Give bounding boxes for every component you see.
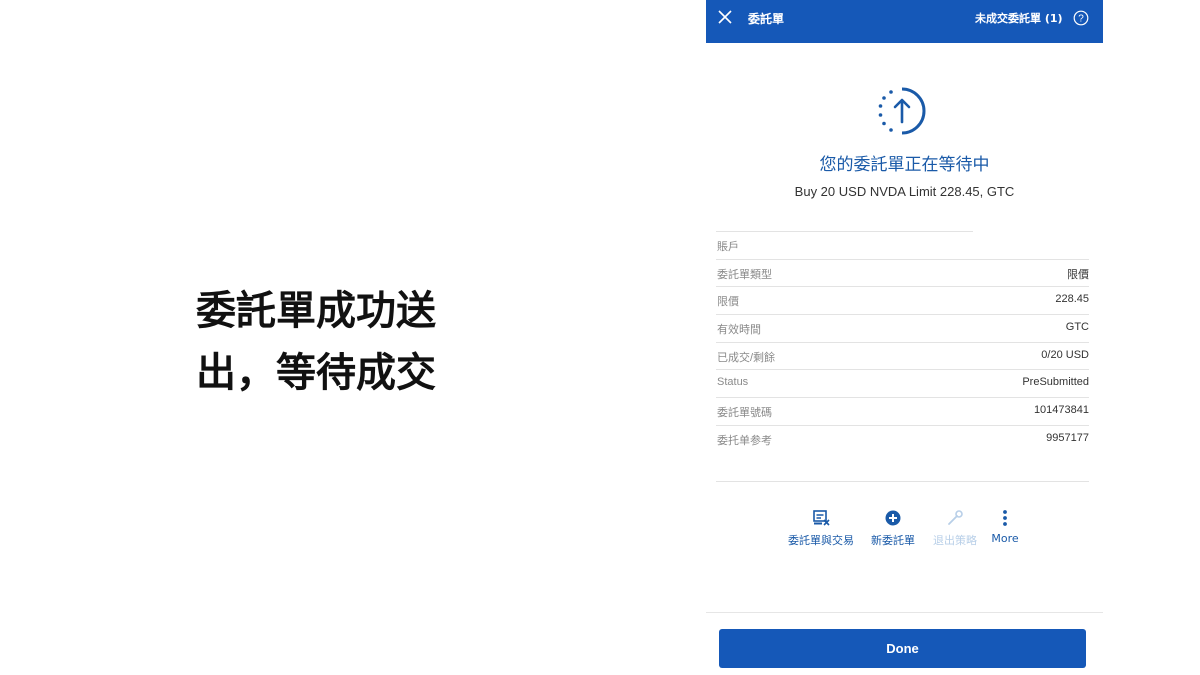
detail-value: 限價 xyxy=(1067,268,1089,281)
detail-row-limit-price: 限價 228.45 xyxy=(716,286,1089,314)
exit-strategy-label: 退出策略 xyxy=(933,534,977,547)
new-order-label: 新委託單 xyxy=(871,534,915,547)
order-confirmation-screen: 委託單 未成交委託單 (1) ? 您的委託單正在等待中 Buy 20 USD N… xyxy=(706,0,1103,675)
orders-trades-label: 委託單與交易 xyxy=(788,534,854,547)
detail-label: 賬戶 xyxy=(717,241,739,253)
done-button[interactable]: Done xyxy=(719,629,1086,668)
close-icon[interactable] xyxy=(717,9,733,25)
more-button[interactable]: More xyxy=(988,508,1022,545)
detail-label: 委托单参考 xyxy=(717,434,772,447)
detail-label: 限價 xyxy=(717,296,739,309)
footer-divider xyxy=(706,612,1103,613)
caption-line-1: 委託單成功送 xyxy=(196,288,436,334)
help-icon[interactable]: ? xyxy=(1073,10,1089,26)
action-bar: 委託單與交易 新委託單 退出策略 More xyxy=(706,508,1103,558)
detail-value: 9957177 xyxy=(1046,431,1089,444)
detail-label: Status xyxy=(717,376,749,389)
detail-row-order-ref: 委托单参考 9957177 xyxy=(716,424,1089,453)
detail-value: 0/20 USD xyxy=(1041,348,1089,361)
caption-line-2: 出，等待成交 xyxy=(196,350,436,396)
detail-value: 228.45 xyxy=(1055,293,1089,306)
pending-orders-link[interactable]: 未成交委託單 (1) xyxy=(975,10,1063,26)
detail-label: 已成交/剩餘 xyxy=(717,351,776,364)
detail-row-filled-remaining: 已成交/剩餘 0/20 USD xyxy=(716,341,1089,370)
details-divider xyxy=(716,481,1089,482)
orders-trades-icon xyxy=(813,510,830,526)
detail-label: 委託單號碼 xyxy=(717,407,772,420)
detail-row-order-type: 委託單類型 限價 xyxy=(716,258,1089,287)
detail-value: GTC xyxy=(1065,321,1089,334)
detail-row-time-in-force: 有效時間 GTC xyxy=(716,314,1089,342)
svg-text:?: ? xyxy=(1078,14,1084,25)
plus-circle-icon xyxy=(885,510,901,526)
detail-label: 委託單類型 xyxy=(717,268,772,281)
wrench-icon xyxy=(948,510,963,525)
new-order-button[interactable]: 新委託單 xyxy=(868,508,918,548)
status-title: 您的委託單正在等待中 xyxy=(819,155,990,175)
detail-row-status: Status PreSubmitted xyxy=(716,369,1089,397)
exit-strategy-button[interactable]: 退出策略 xyxy=(930,508,980,548)
caption: 委託單成功送 出，等待成交 xyxy=(196,280,496,404)
order-details: 賬戶 委託單類型 限價 限價 228.45 有效時間 GTC 已成交/剩餘 0/… xyxy=(716,231,1089,453)
upload-status-icon xyxy=(878,87,926,135)
top-bar: 委託單 未成交委託單 (1) ? xyxy=(706,0,1103,43)
detail-label: 有效時間 xyxy=(717,324,761,337)
detail-row-account: 賬戶 xyxy=(716,231,973,259)
page-title: 委託單 xyxy=(748,12,785,26)
detail-row-order-id: 委託單號碼 101473841 xyxy=(716,397,1089,425)
detail-value: PreSubmitted xyxy=(1022,376,1089,389)
more-label: More xyxy=(991,532,1019,545)
detail-value: 101473841 xyxy=(1033,404,1089,417)
orders-trades-button[interactable]: 委託單與交易 xyxy=(786,508,856,548)
order-summary: Buy 20 USD NVDA Limit 228.45, GTC xyxy=(794,184,1015,199)
more-vertical-icon xyxy=(1003,510,1007,526)
